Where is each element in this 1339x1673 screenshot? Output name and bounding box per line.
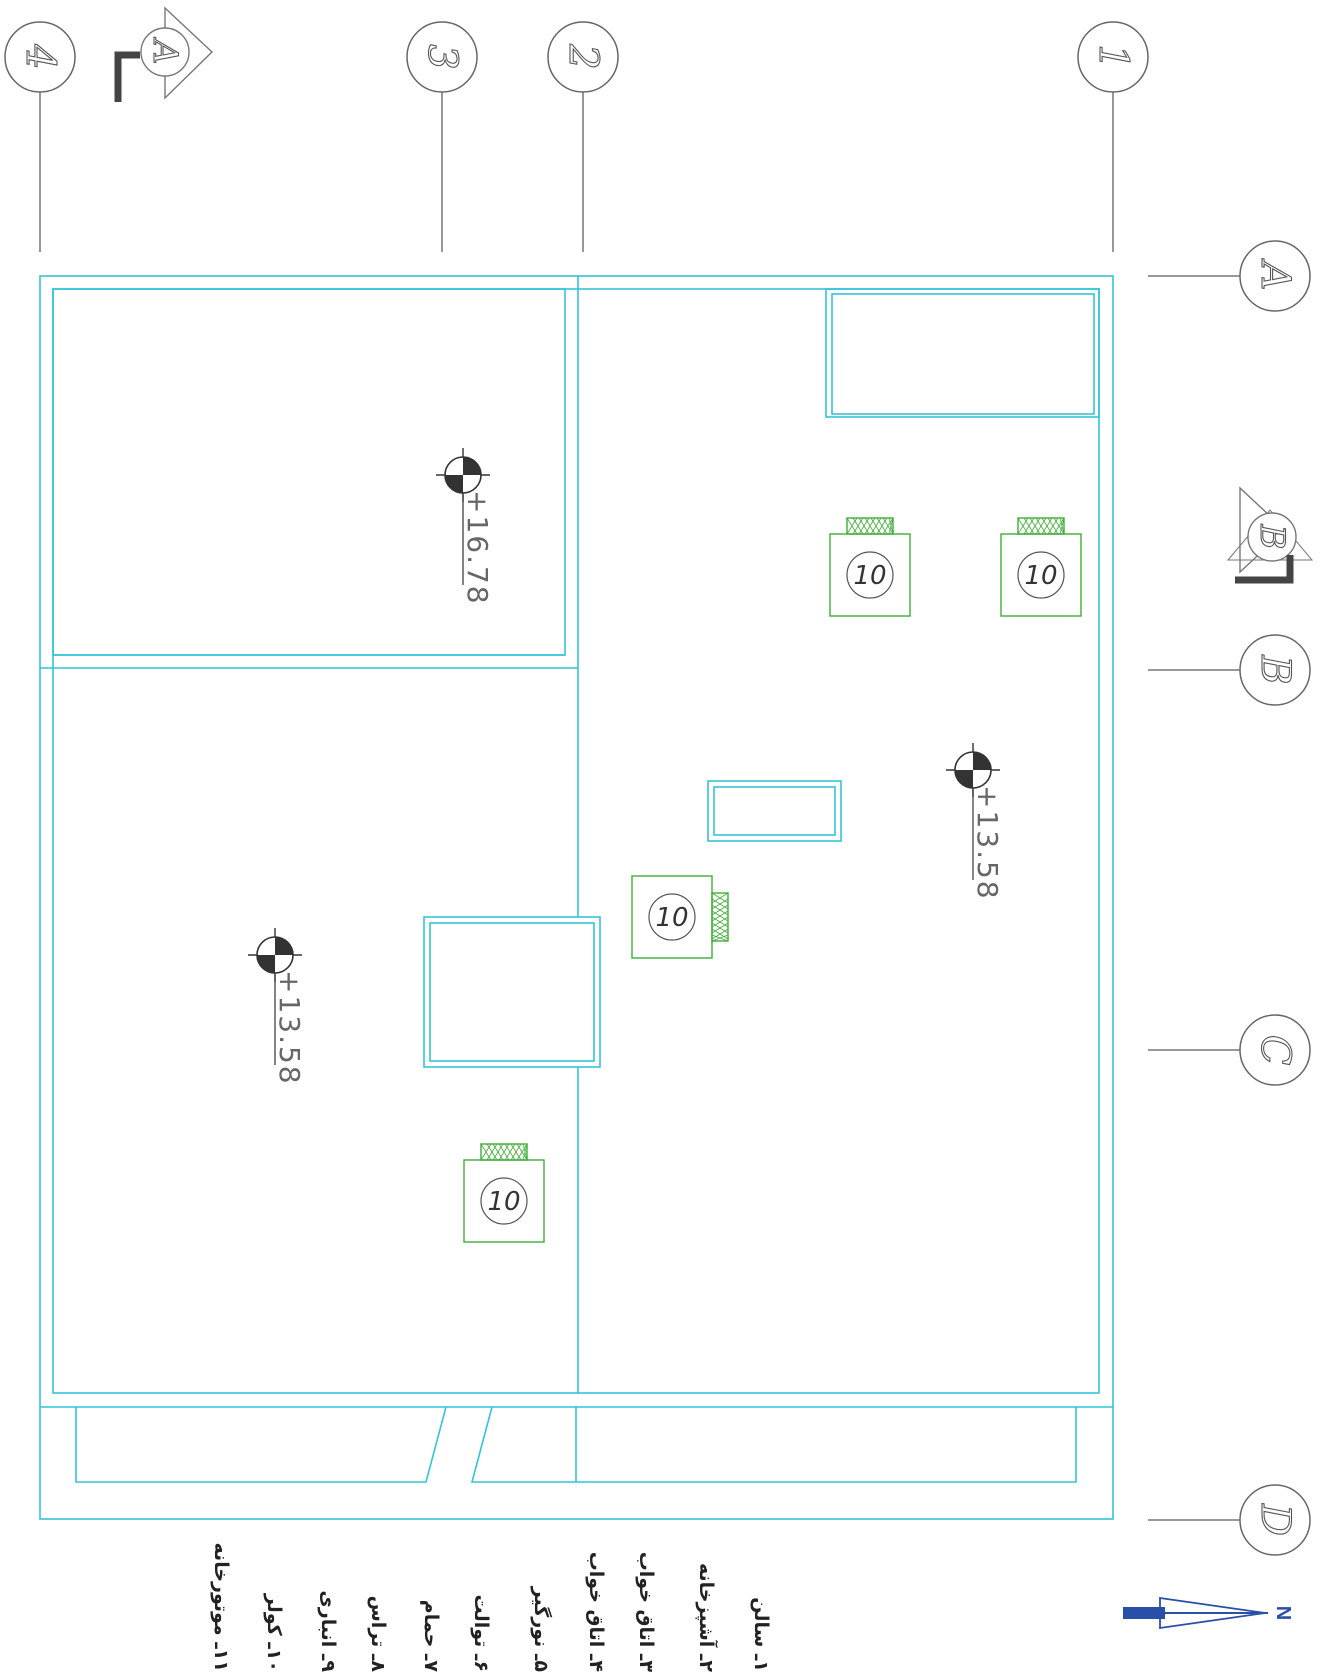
grid-bubble-row-D: D (1239, 1484, 1311, 1556)
cooler-tag: 10 (1024, 561, 1057, 591)
legend-item: ۴ـ اتاق خواب (585, 1552, 607, 1672)
legend-item: ۹ـ انباری (317, 1590, 339, 1672)
cooler-unit: 10 (1000, 517, 1082, 617)
elevation-label-2: +13.58 (971, 785, 1004, 901)
section-marker-b: B (1226, 486, 1314, 584)
row-grid-lines (1148, 275, 1240, 1521)
column-grid-lines (39, 92, 1114, 252)
grid-label-col-2: 2 (560, 43, 606, 69)
elevation-label-3: +13.58 (273, 970, 306, 1086)
room-kitchen (825, 288, 1100, 418)
legend-item: ۱۰ـ کولر (263, 1593, 285, 1672)
legend-item: ۶ـ توالت (470, 1594, 492, 1672)
cooler-tag: 10 (853, 561, 886, 591)
section-label-a: A (145, 37, 185, 65)
grid-label-row-A: A (1252, 258, 1298, 291)
legend-item: ۱ـ سالن (750, 1597, 772, 1672)
cooler-tag: 10 (655, 903, 688, 933)
cooler-tag: 10 (487, 1187, 520, 1217)
grid-bubble-row-B: B (1239, 634, 1311, 706)
grid-bubble-col-3: 3 (406, 21, 478, 93)
cooler-unit: 10 (829, 517, 911, 617)
cooler-unit: 10 (463, 1143, 545, 1243)
grid-bubble-row-C: C (1239, 1014, 1311, 1086)
section-label-b: B (1252, 524, 1292, 550)
north-label: N (1272, 1606, 1294, 1620)
room-lightwell (707, 780, 842, 842)
grid-bubble-row-A: A (1239, 240, 1311, 312)
elevation-label-1: +16.78 (461, 490, 494, 606)
grid-label-col-1: 1 (1090, 44, 1136, 69)
room-opening (423, 916, 601, 1068)
grid-label-col-4: 4 (17, 43, 63, 69)
cooler-unit: 10 (631, 875, 729, 959)
grid-label-row-D: D (1252, 1503, 1298, 1536)
section-marker-a: A (114, 6, 214, 102)
grid-label-col-3: 3 (419, 44, 465, 69)
grid-bubble-col-2: 2 (547, 21, 619, 93)
room-legend: ۱ـ سالن ۲ـ آشپزخانه ۳ـ اتاق خواب ۴ـ اتاق خو… (210, 1543, 772, 1673)
grid-label-row-C: C (1252, 1035, 1298, 1066)
legend-item: ۷ـ حمام (420, 1600, 442, 1673)
legend-item: ۵ـ نورگیر (530, 1586, 553, 1673)
building-walls (39, 275, 1114, 1520)
north-arrow: N (1123, 1596, 1294, 1630)
grid-bubble-col-1: 1 (1077, 21, 1149, 93)
legend-item: ۱۱ـ موتورخانه (210, 1543, 232, 1672)
floor-plan-drawing: 4 3 2 1 A B C D A B 10 101010 +16.78 +13… (4, 6, 1314, 1673)
legend-item: ۸ـ تراس (367, 1596, 389, 1673)
grid-bubble-col-4: 4 (4, 21, 76, 93)
elevation-marker-2: +13.58 (946, 743, 1004, 901)
elevation-marker-1: +16.78 (436, 448, 494, 606)
elevation-marker-3: +13.58 (248, 928, 306, 1086)
grid-label-row-B: B (1252, 654, 1298, 684)
terrace-strip (75, 1406, 1077, 1483)
legend-item: ۲ـ آشپزخانه (695, 1563, 719, 1672)
legend-item: ۳ـ اتاق خواب (635, 1552, 657, 1673)
